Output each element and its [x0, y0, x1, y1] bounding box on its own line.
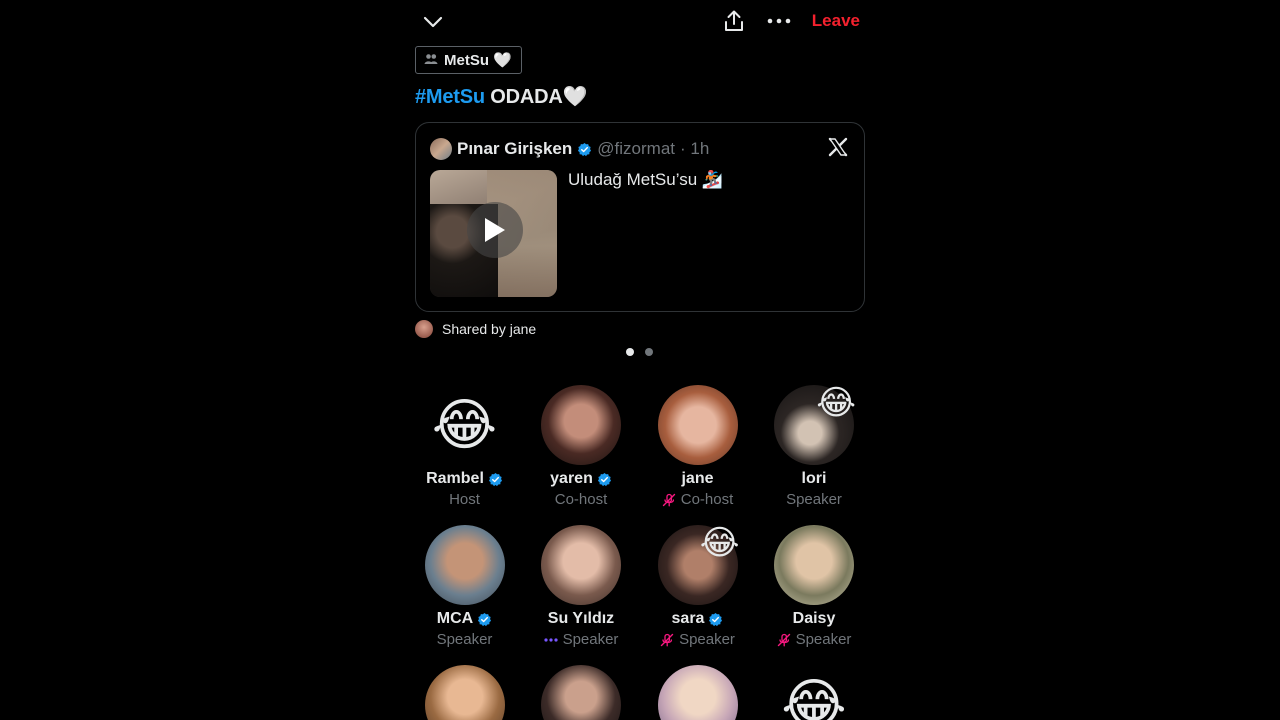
participant-role: Host	[449, 491, 480, 508]
participant-avatar[interactable]	[424, 525, 505, 605]
participant[interactable]: 😂 lori Speaker	[756, 384, 873, 508]
participant-avatar[interactable]	[541, 665, 621, 720]
participant[interactable]	[523, 665, 640, 720]
participant-name-row: Su Yıldız	[523, 610, 640, 628]
tweet-time: · 1h	[680, 139, 710, 158]
participant-role: Speaker	[795, 631, 852, 648]
participant[interactable]: 😂 Rambel Host	[406, 385, 523, 508]
participant[interactable]: 😂 sara Speaker	[639, 524, 756, 648]
participant-avatar[interactable]: 😂	[657, 524, 740, 605]
verified-badge-icon	[578, 142, 592, 156]
participant-role: Speaker	[436, 631, 493, 648]
mic-off-icon	[777, 633, 790, 646]
carousel-indicator	[626, 348, 653, 356]
space-title: #MetSu ODADA🤍	[415, 84, 588, 109]
participant-role-row: Speaker	[523, 631, 640, 648]
leave-button[interactable]: Leave	[812, 11, 860, 31]
participant-avatar[interactable]: 😂	[774, 384, 856, 465]
community-chip[interactable]: MetSu 🤍	[415, 46, 522, 74]
participant-emoji-avatar[interactable]: 😂	[425, 385, 505, 465]
reaction-emoji: 😂	[699, 524, 740, 562]
participant-role-row: Speaker	[406, 631, 523, 648]
participant[interactable]	[406, 665, 523, 720]
participant[interactable]: 😂	[756, 665, 873, 720]
participant-name: yaren	[550, 470, 593, 487]
carousel-dot[interactable]	[645, 348, 653, 356]
participant-avatar[interactable]	[657, 665, 738, 720]
participant-role: Speaker	[786, 491, 842, 508]
participant-avatar[interactable]	[541, 525, 621, 605]
speaking-dots-icon	[543, 637, 558, 642]
participant-name-row: MCA	[406, 610, 523, 628]
participant-name: Rambel	[426, 470, 484, 487]
share-icon[interactable]	[721, 7, 747, 35]
verified-badge-icon	[597, 472, 611, 486]
participant-name: Daisy	[792, 610, 836, 627]
spaces-screen: Leave MetSu 🤍 #MetSu ODADA🤍 Pınar Girişk…	[398, 0, 882, 720]
reaction-emoji: 😂	[816, 384, 856, 422]
participant-role: Speaker	[562, 631, 619, 648]
participant[interactable]: MCA Speaker	[406, 525, 523, 648]
participant-role-row: Speaker	[639, 631, 756, 648]
participant-name: jane	[681, 470, 714, 487]
verified-badge-icon	[478, 612, 492, 626]
participant-role: Co-host	[554, 491, 608, 508]
participant[interactable]: yaren Co-host	[523, 385, 640, 508]
participant-name-row: sara	[639, 610, 756, 628]
chevron-down-icon[interactable]	[420, 9, 446, 35]
participant-role: Speaker	[679, 631, 735, 648]
participant-name: lori	[801, 470, 827, 487]
shared-by-label: Shared by jane	[442, 321, 537, 337]
participant-name: MCA	[436, 610, 474, 627]
shared-by: Shared by jane	[415, 320, 536, 338]
participant-role-row: Co-host	[639, 491, 756, 508]
mic-off-icon	[662, 493, 675, 506]
participant-avatar[interactable]	[424, 665, 505, 720]
mic-off-icon	[660, 633, 674, 646]
tweet-author-handle[interactable]: @fizormat	[597, 139, 675, 159]
community-icon	[424, 52, 438, 69]
participant[interactable]: jane Co-host	[639, 385, 756, 508]
participant-avatar[interactable]	[657, 385, 738, 465]
carousel-dot[interactable]	[626, 348, 634, 356]
participant-role-row: Speaker	[756, 631, 873, 648]
participant[interactable]: Su Yıldız Speaker	[523, 525, 640, 648]
participant-name: sara	[671, 610, 705, 627]
pinned-tweet-card[interactable]: Pınar Girişken @fizormat · 1h Uludağ Met…	[415, 122, 865, 312]
sharer-avatar[interactable]	[415, 320, 433, 338]
participant-role-row: Speaker	[756, 491, 873, 508]
tweet-author-name[interactable]: Pınar Girişken	[457, 139, 572, 159]
participant[interactable]: Daisy Speaker	[756, 525, 873, 648]
verified-badge-icon	[709, 612, 723, 626]
play-icon[interactable]	[467, 202, 523, 258]
tweet-text: Uludağ MetSu’su 🏂	[568, 170, 724, 189]
space-title-text: ODADA🤍	[484, 86, 588, 108]
participant[interactable]	[639, 665, 756, 720]
participant-name-row: Daisy	[756, 610, 873, 628]
tweet-header: Pınar Girişken @fizormat · 1h	[430, 138, 709, 160]
community-label: MetSu 🤍	[444, 52, 512, 69]
participant-avatar[interactable]	[774, 525, 854, 605]
space-hashtag[interactable]: #MetSu	[415, 86, 485, 108]
tweet-video-thumbnail[interactable]	[430, 170, 557, 297]
more-icon[interactable]	[765, 9, 793, 33]
tweet-author-avatar[interactable]	[430, 138, 452, 160]
participant-role-row: Host	[406, 491, 523, 508]
top-bar: Leave	[398, 0, 882, 42]
participant-emoji-avatar[interactable]: 😂	[774, 665, 854, 720]
participant-name-row: Rambel	[406, 470, 523, 488]
x-logo-icon[interactable]	[828, 137, 848, 162]
verified-badge-icon	[488, 472, 502, 486]
participant-name-row: jane	[639, 470, 756, 488]
participant-name-row: yaren	[523, 470, 640, 488]
participant-name-row: lori	[756, 470, 873, 488]
participant-role: Co-host	[680, 491, 734, 508]
participant-name: Su Yıldız	[547, 610, 615, 627]
participant-avatar[interactable]	[541, 385, 621, 465]
participant-role-row: Co-host	[523, 491, 640, 508]
